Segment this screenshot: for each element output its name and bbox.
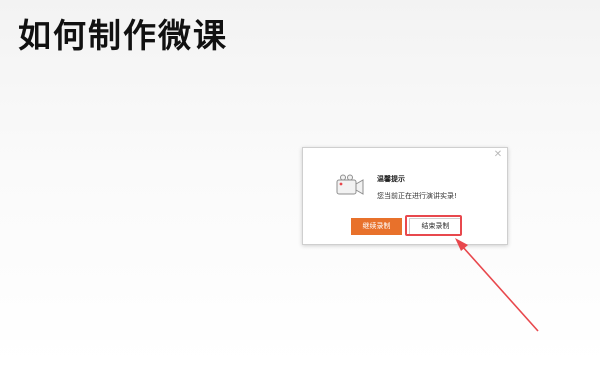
dialog-message: 您当前正在进行演讲实录!	[377, 192, 457, 200]
page-title: 如何制作微课	[18, 16, 228, 55]
highlight-box	[405, 215, 462, 236]
continue-recording-button[interactable]: 继续录制	[351, 218, 402, 235]
video-camera-icon	[336, 174, 364, 195]
dialog-heading: 温馨提示	[377, 175, 405, 183]
close-icon[interactable]: ✕	[493, 150, 503, 160]
